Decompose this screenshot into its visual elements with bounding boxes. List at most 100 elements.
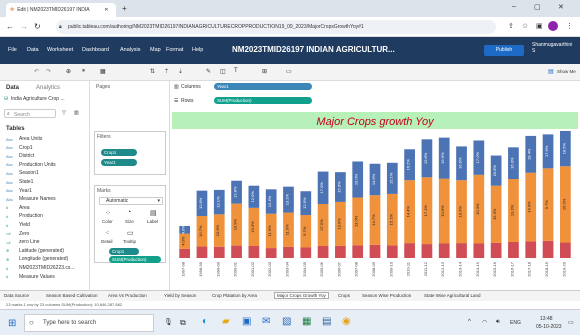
detail-button[interactable]: Detail [101,239,113,244]
field-item[interactable]: Abc Season1 [6,170,39,176]
filter-pill-crop1[interactable]: Crop1 [101,149,137,156]
sort-desc-icon[interactable]: ⇣ [178,68,183,75]
publish-button[interactable]: Publish [484,45,524,56]
menu-map[interactable]: Map [150,47,161,53]
sort-asc-icon[interactable]: ⇡ [164,68,169,75]
browser-menu-icon[interactable]: ⋮ [566,22,573,30]
sheet-tab[interactable]: Crop Platation by Area [212,293,257,298]
bar-segment[interactable] [525,241,537,258]
bar-segment[interactable] [386,245,398,258]
bar-segment[interactable] [213,246,225,258]
bar-segment[interactable] [473,243,485,258]
star-icon[interactable]: ☆ [522,22,528,30]
close-icon[interactable]: ✕ [104,7,108,13]
field-item[interactable]: # NM2023TMID26223.cs... [6,265,75,271]
menu-worksheet[interactable]: Worksheet [47,47,73,53]
filter-pill-year1[interactable]: Year1 [101,159,137,166]
field-item[interactable]: Abc Year1 [6,188,32,194]
address-input[interactable]: public.tableau.com/authoring/NM2023TMID2… [56,20,496,34]
show-me-icon[interactable]: ▤ [548,68,554,75]
extensions-icon[interactable]: ▣ [536,22,543,30]
back-icon[interactable]: ← [6,22,14,31]
highlight-icon[interactable]: ✎ [206,68,211,75]
view-icon[interactable]: ▥ [74,110,79,116]
new-data-source-icon[interactable]: ⊕ [66,68,71,75]
label-icon[interactable]: ▤ [150,209,157,217]
notification-chevron-icon[interactable]: ^ [468,319,471,325]
label-icon[interactable]: T [234,68,238,74]
photos-icon[interactable]: ▨ [282,316,291,327]
sheet-tab[interactable]: Season Based Cultivation [46,293,98,298]
color-icon[interactable]: ⁘ [105,209,111,217]
menu-format[interactable]: Format [166,47,183,53]
excel-icon[interactable]: ▦ [302,316,311,327]
bar-segment[interactable] [231,245,242,258]
detail-icon[interactable]: ⁖ [105,229,109,237]
bar-segment[interactable] [490,242,502,258]
size-button[interactable]: Size [125,219,134,224]
field-item[interactable]: # Measure Values [6,274,55,280]
menu-data[interactable]: Data [27,47,39,53]
clock-date[interactable]: 05-10-2023 [536,324,562,330]
field-item[interactable]: Abc State1 [6,179,33,185]
fix-axes-icon[interactable]: ⊞ [262,68,267,75]
reload-icon[interactable]: ↻ [34,22,41,31]
field-item[interactable]: # Yield [6,222,30,228]
sheet-tab[interactable]: Season Wise Production [362,293,411,298]
label-button[interactable]: Label [147,219,158,224]
presentation-icon[interactable]: ▭ [286,68,292,75]
tooltip-button[interactable]: Tooltip [123,239,136,244]
bar-segment[interactable] [421,244,433,258]
field-item[interactable]: =# Zero [6,231,29,237]
field-item[interactable]: ⊕ Longitude (generated) [6,256,68,262]
browser-tab[interactable]: ✻ Edit | NM2023TMID26197 INDIA ✕ [6,3,116,17]
task-view-icon[interactable]: ⧉ [180,318,186,328]
tooltip-icon[interactable]: ▭ [127,229,134,237]
rows-pill[interactable]: SUM(Production) [214,97,312,104]
edge-icon[interactable]: ◐ [202,316,208,327]
menu-dashboard[interactable]: Dashboard [82,47,109,53]
taskbar-search-input[interactable]: ○ Type here to search [24,314,154,332]
profile-avatar[interactable] [548,21,558,31]
bar-segment[interactable] [438,243,450,258]
window-close-icon[interactable]: ✕ [558,3,564,11]
bar-segment[interactable] [369,244,381,258]
new-worksheet-icon[interactable]: ▦ [100,68,106,75]
field-item[interactable]: # Area [6,205,30,211]
marks-pill-crop1[interactable]: Crop1 [109,248,139,255]
field-item[interactable]: ⊕ Latitude (generated) [6,248,64,254]
bar-segment[interactable] [179,248,191,258]
field-item[interactable]: Abc District [6,153,34,159]
size-icon[interactable]: ◔ [127,209,131,216]
store-icon[interactable]: ▣ [242,316,251,327]
swap-icon[interactable]: ⇅ [150,68,155,75]
bar-segment[interactable] [456,243,467,258]
color-button[interactable]: Color [102,219,113,224]
bar-segment[interactable] [196,246,208,258]
show-me-button[interactable]: Show Me [557,69,576,74]
field-item[interactable]: Abc Area Units [6,136,42,142]
mail-icon[interactable]: ✉ [262,316,270,327]
tab-data[interactable]: Data [6,85,19,91]
pause-updates-icon[interactable]: ⏸ [82,68,85,75]
language-indicator[interactable]: ENG [510,320,521,326]
data-source-name[interactable]: India Agriculture Crop ... [11,96,65,102]
bar-segment[interactable] [300,247,312,258]
chrome-icon[interactable]: ◉ [342,316,351,327]
filter-icon[interactable]: ▽ [62,110,66,116]
bar-segment[interactable] [559,242,571,258]
bar-segment[interactable] [317,245,329,258]
bar-segment[interactable] [508,241,519,258]
bar-segment[interactable] [352,245,364,258]
field-item[interactable]: =# zero Line [6,239,40,245]
mic-icon[interactable]: 🎙︎ [164,318,173,326]
clock-time[interactable]: 13:48 [540,316,553,322]
new-tab-icon[interactable]: + [122,4,127,13]
sheet-tab[interactable]: Crops [338,293,350,298]
redo-icon[interactable]: ↷ [46,68,51,75]
file-explorer-icon[interactable]: ▰ [222,316,230,327]
bar-segment[interactable] [283,246,294,258]
menu-help[interactable]: Help [192,47,203,53]
mark-type-select[interactable]: Automatic ▾ [99,197,163,205]
undo-icon[interactable]: ↶ [34,68,39,75]
